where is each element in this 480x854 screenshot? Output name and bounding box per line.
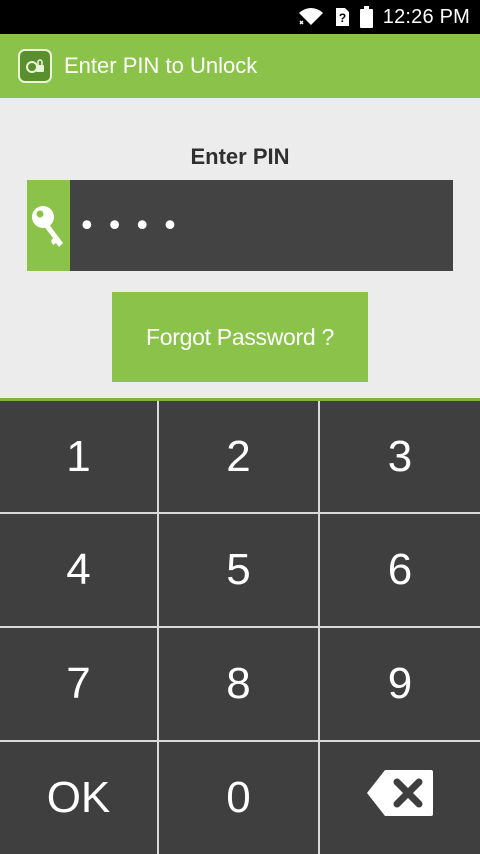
backspace-button[interactable]: [320, 742, 480, 854]
key-0[interactable]: 0: [159, 742, 320, 854]
key-2[interactable]: 2: [159, 401, 320, 514]
ok-button[interactable]: OK: [0, 742, 159, 854]
pin-input[interactable]: [70, 180, 453, 273]
key-icon: [27, 180, 70, 271]
status-time: 12:26 PM: [382, 5, 470, 28]
page-title: Enter PIN to Unlock: [64, 53, 258, 78]
sim-unknown-icon: ?: [334, 7, 350, 27]
app-lock-icon: [18, 49, 52, 83]
app-bar: Enter PIN to Unlock: [0, 34, 480, 98]
battery-icon: [359, 6, 373, 28]
forgot-password-button[interactable]: Forgot Password ?: [112, 292, 368, 382]
key-1[interactable]: 1: [0, 401, 159, 514]
key-4[interactable]: 4: [0, 514, 159, 628]
key-8[interactable]: 8: [159, 628, 320, 742]
key-9[interactable]: 9: [320, 628, 480, 742]
key-5[interactable]: 5: [159, 514, 320, 628]
status-bar: ? 12:26 PM: [0, 0, 480, 34]
key-7[interactable]: 7: [0, 628, 159, 742]
key-6[interactable]: 6: [320, 514, 480, 628]
sim-glyph: ?: [339, 11, 346, 25]
wifi-icon: [298, 7, 324, 27]
backspace-icon: [365, 768, 435, 829]
pin-field-container: [27, 180, 453, 273]
numeric-keypad: 1 2 3 4 5 6 7 8 9 OK 0: [0, 398, 480, 854]
pin-label: Enter PIN: [190, 144, 290, 169]
pin-entry-area: Enter PIN Forgot Password ?: [0, 98, 480, 398]
key-3[interactable]: 3: [320, 401, 480, 514]
